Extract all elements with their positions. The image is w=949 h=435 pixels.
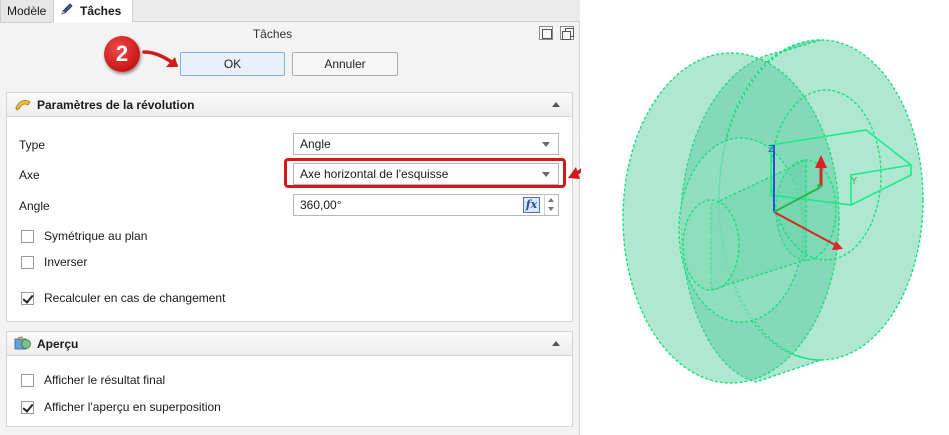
angle-value: 360,00° bbox=[300, 198, 342, 212]
preview-group: Aperçu Afficher le résultat final Affich… bbox=[6, 331, 573, 427]
combo-view-tabbar: Modèle Tâches bbox=[0, 0, 580, 23]
panel-collapse-button[interactable] bbox=[539, 26, 553, 40]
show-final-checkbox[interactable] bbox=[21, 374, 34, 387]
axis-highlight-box bbox=[284, 158, 566, 188]
tab-model-label: Modèle bbox=[7, 4, 47, 18]
chevron-down-icon bbox=[542, 142, 550, 147]
show-overlay-checkbox[interactable] bbox=[21, 401, 34, 414]
arrow-to-ok-icon bbox=[142, 50, 178, 67]
task-panel-title: Tâches bbox=[252, 27, 293, 41]
axis-z-label: Z bbox=[768, 144, 775, 155]
symmetric-label: Symétrique au plan bbox=[44, 229, 148, 243]
reverse-checkbox[interactable] bbox=[21, 256, 34, 269]
expression-fx-button[interactable]: fx bbox=[523, 197, 540, 213]
revolution-parameters-title: Paramètres de la révolution bbox=[37, 98, 195, 112]
app-window: Modèle Tâches Tâches OK Annuler Paramètr… bbox=[0, 0, 949, 435]
recompute-checkbox[interactable] bbox=[21, 292, 34, 305]
type-combobox[interactable]: Angle bbox=[293, 133, 559, 155]
tab-tasks[interactable]: Tâches bbox=[53, 0, 133, 23]
panel-undock-button[interactable] bbox=[560, 26, 574, 40]
revolution-parameters-header[interactable]: Paramètres de la révolution bbox=[7, 93, 572, 117]
show-final-label: Afficher le résultat final bbox=[44, 373, 166, 387]
step-badge-2: 2 bbox=[104, 36, 140, 72]
type-combobox-value: Angle bbox=[300, 137, 331, 151]
spin-up-icon[interactable] bbox=[548, 198, 554, 202]
collapse-up-icon[interactable] bbox=[552, 341, 560, 346]
tab-tasks-label: Tâches bbox=[80, 4, 122, 18]
symmetric-checkbox[interactable] bbox=[21, 230, 34, 243]
ok-button[interactable]: OK bbox=[180, 52, 285, 76]
cancel-button[interactable]: Annuler bbox=[292, 52, 398, 76]
preview-icon bbox=[14, 336, 32, 355]
angle-label: Angle bbox=[19, 199, 50, 213]
pencil-icon bbox=[60, 1, 74, 23]
angle-spinbox[interactable]: 360,00° fx bbox=[293, 194, 559, 216]
preview-title: Aperçu bbox=[37, 337, 79, 351]
spin-arrows[interactable] bbox=[544, 195, 558, 215]
collapse-up-icon[interactable] bbox=[552, 102, 560, 107]
spin-down-icon[interactable] bbox=[548, 207, 554, 211]
type-label: Type bbox=[19, 138, 46, 152]
show-overlay-label: Afficher l'aperçu en superposition bbox=[44, 400, 221, 414]
axis-label: Axe bbox=[19, 168, 40, 182]
revolution-preview-model: Z Y bbox=[622, 39, 924, 384]
3d-viewport[interactable]: Z Y bbox=[581, 0, 949, 435]
task-panel: Modèle Tâches Tâches OK Annuler Paramètr… bbox=[0, 0, 580, 435]
revolution-parameters-group: Paramètres de la révolution Type Angle A… bbox=[6, 92, 573, 322]
reverse-label: Inverser bbox=[44, 255, 88, 269]
revolution-icon bbox=[14, 97, 32, 116]
tab-model[interactable]: Modèle bbox=[0, 0, 54, 23]
recompute-label: Recalculer en cas de changement bbox=[44, 291, 226, 305]
preview-header[interactable]: Aperçu bbox=[7, 332, 572, 356]
axis-y-label: Y bbox=[850, 176, 858, 187]
